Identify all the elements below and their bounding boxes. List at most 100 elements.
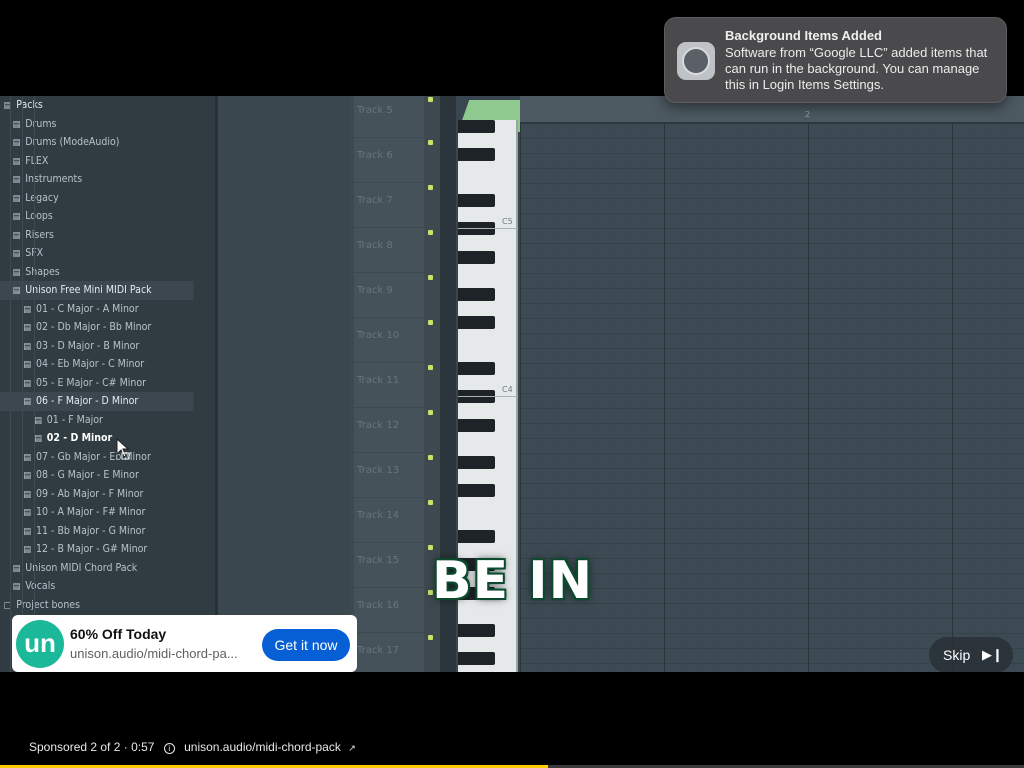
browser-item[interactable]: ▤ Vocals [0,577,194,596]
video-player[interactable]: ▤ Packs ▤ Drums ▤ Drums (ModeAudio) ▤ FLEX ▤ Inst… [0,96,1024,672]
browser-item[interactable]: ▤ 11 - Bb Major - G Minor [0,522,194,541]
macos-notification[interactable]: Background Items Added Software from “Go… [664,17,1007,103]
piano-roll-grid [520,124,1024,672]
browser-item-label: Legacy [25,191,59,204]
track-led[interactable] [428,275,433,280]
browser-item[interactable]: ▤ Shapes [0,263,194,282]
track-led[interactable] [428,545,433,550]
browser-item[interactable]: ▤ 12 - B Major - G# Minor [0,540,194,559]
pack-icon: ▤ [23,508,32,518]
browser-item[interactable]: ▤ Drums [0,115,194,134]
channel-track[interactable]: Track 9 [354,273,424,317]
browser-item[interactable]: ▤ 01 - C Major - A Minor [0,300,194,319]
browser-item-label: FLEX [25,154,49,167]
browser-item-label: Risers [25,228,54,241]
black-key[interactable] [458,530,495,543]
track-led[interactable] [428,455,433,460]
pack-icon: ▤ [12,563,21,574]
browser-item[interactable]: ▤ 04 - Eb Major - C Minor [0,355,194,374]
black-key[interactable] [458,652,495,665]
browser-item[interactable]: ▤ Instruments [0,170,194,189]
browser-item-label: Drums [25,117,57,130]
browser-item[interactable]: ▤ Risers [0,226,194,245]
channel-track[interactable]: Track 10 [354,318,424,362]
browser-item[interactable]: ▤ 07 - Gb Major - Eb Minor [0,448,194,467]
browser-item[interactable]: ▤ 05 - E Major - C# Minor [0,374,194,393]
channel-track[interactable]: Track 6 [354,138,424,182]
black-key[interactable] [458,419,495,432]
channel-track[interactable]: Track 5 [354,96,424,137]
browser-item[interactable]: ▤ 06 - F Major - D Minor [0,392,194,411]
pack-icon: ▤ [23,360,32,370]
channel-track[interactable]: Track 7 [354,183,424,227]
black-key[interactable] [458,194,495,207]
browser-item[interactable]: ▤ 02 - Db Major - Bb Minor [0,318,194,337]
pack-icon: ▤ [12,138,21,148]
black-key[interactable] [458,251,495,264]
get-it-now-button[interactable]: Get it now [262,629,350,661]
browser-item-label: 04 - Eb Major - C Minor [36,358,145,370]
channel-track[interactable]: Track 17 [354,633,424,672]
browser-item[interactable]: ▤ Packs [0,96,194,115]
browser-item[interactable]: ▤ 10 - A Major - F# Minor [0,503,194,522]
ad-link[interactable]: unison.audio/midi-chord-pack [184,740,341,754]
octave-line [458,396,518,397]
black-key[interactable] [458,120,495,133]
browser-item[interactable]: ▤SFX [0,244,194,263]
track-led[interactable] [428,365,433,370]
pack-icon: ▤ [23,471,32,481]
browser-item[interactable]: ▤ Unison MIDI Chord Pack [0,559,194,578]
browser-item-label: Packs [16,99,43,111]
channel-track[interactable]: Track 11 [354,363,424,407]
black-key[interactable] [458,288,495,301]
track-led[interactable] [428,500,433,505]
browser-item[interactable]: ▤ Unison Free Mini MIDI Pack [0,281,194,300]
channel-track[interactable]: Track 14 [354,498,424,542]
octave-label: C5 [502,217,513,226]
channel-track[interactable]: Track 8 [354,228,424,272]
browser-item[interactable]: ▤ 01 - F Major [0,411,194,430]
browser-item[interactable]: ▤ 03 - D Major - B Minor [0,337,194,356]
settings-gear-icon [677,42,715,80]
black-key[interactable] [458,362,495,375]
ad-info-bar: Sponsored 2 of 2 · 0:57 i unison.audio/m… [29,740,360,754]
black-key[interactable] [458,484,495,497]
channel-track[interactable]: Track 16 [354,588,424,632]
ad-title[interactable]: 60% Off Today [70,626,166,642]
browser-item-label: Unison Free Mini MIDI Pack [25,284,152,296]
pack-icon: ▤ [34,415,42,426]
browser-item[interactable]: ▤ Drums (ModeAudio) [0,133,194,152]
ad-card[interactable]: un 60% Off Today unison.audio/midi-chord… [12,615,357,672]
browser-item[interactable]: ▤ FLEX [0,152,194,171]
browser-item[interactable]: □ Project bones [0,596,194,615]
browser-item[interactable]: ▤ 02 - D Minor [0,429,194,448]
track-led[interactable] [428,635,433,640]
black-key[interactable] [458,624,495,637]
track-led[interactable] [428,320,433,325]
track-led[interactable] [428,97,433,102]
track-led[interactable] [428,410,433,415]
browser-item[interactable]: ▤ 08 - G Major - E Minor [0,466,194,485]
skip-ad-button[interactable]: Skip ▶❙ [929,637,1013,672]
browser-item[interactable]: ▤ Legacy [0,189,194,208]
browser-item-label: 11 - Bb Major - G Minor [36,524,146,537]
info-icon[interactable]: i [163,743,175,754]
track-led[interactable] [428,140,433,145]
track-led[interactable] [428,230,433,235]
black-key[interactable] [458,456,495,469]
track-led[interactable] [428,185,433,190]
ad-url[interactable]: unison.audio/midi-chord-pa... [70,646,250,661]
pack-icon: ▤ [23,304,32,315]
pack-icon: ▤ [23,452,32,463]
pack-icon: ▤ [23,526,32,537]
browser-item-label: 07 - Gb Major - Eb Minor [36,450,151,463]
channel-track[interactable]: Track 13 [354,453,424,497]
channel-track[interactable]: Track 15 [354,543,424,587]
browser-item[interactable]: ▤ 09 - Ab Major - F Minor [0,485,194,504]
channel-track[interactable]: Track 12 [354,408,424,452]
pack-icon: ▤ [12,582,21,592]
black-key[interactable] [458,148,495,161]
black-key[interactable] [458,316,495,329]
pack-icon: ▤ [3,101,12,111]
browser-item[interactable]: ▤ Loops [0,207,194,226]
